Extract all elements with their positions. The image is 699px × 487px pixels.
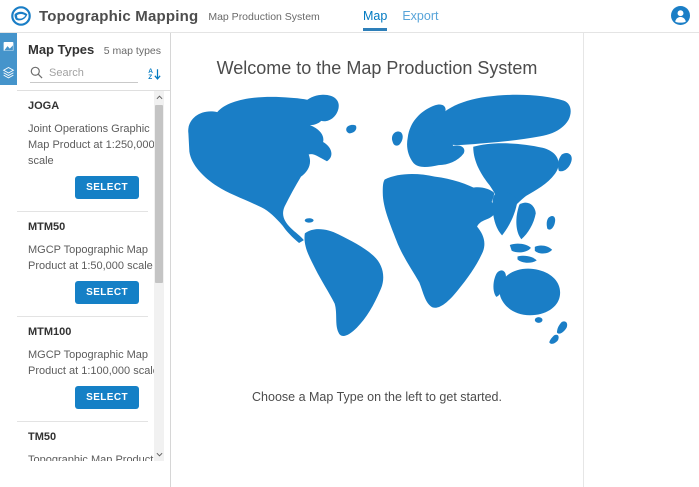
- map-types-count: 5 map types: [104, 45, 161, 57]
- panel-title: Map Types: [28, 42, 104, 57]
- top-nav: Map Export: [363, 0, 438, 32]
- select-button-joga[interactable]: SELECT: [75, 176, 139, 199]
- layers-icon[interactable]: [0, 59, 17, 85]
- list-item-tm50: TM50 Topographic Map Product at 1:50,000…: [17, 422, 148, 461]
- list-item-joga: JOGA Joint Operations Graphic Map Produc…: [17, 91, 148, 212]
- world-map: [176, 91, 578, 346]
- map-tool-icon[interactable]: [0, 33, 17, 59]
- search-icon: [30, 66, 43, 79]
- right-whitespace: [584, 33, 699, 487]
- scrollbar-thumb[interactable]: [155, 105, 163, 283]
- map-type-name: JOGA: [28, 100, 140, 112]
- list-item-mtm50: MTM50 MGCP Topographic Map Product at 1:…: [17, 212, 148, 317]
- chevron-down-icon[interactable]: [154, 448, 164, 461]
- user-avatar-icon[interactable]: [671, 6, 690, 25]
- search-box: [30, 66, 138, 83]
- map-type-description: MGCP Topographic Map Product at 1:50,000…: [28, 242, 160, 274]
- chevron-up-icon[interactable]: [154, 91, 164, 104]
- select-button-mtm100[interactable]: SELECT: [75, 386, 139, 409]
- app-header: Topographic Mapping Map Production Syste…: [0, 0, 699, 33]
- list-scrollbar[interactable]: [154, 91, 164, 461]
- map-type-name: TM50: [28, 431, 140, 443]
- app-subtitle: Map Production System: [208, 11, 319, 23]
- panel-header: Map Types 5 map types: [17, 33, 170, 57]
- sort-arrow-down: [154, 68, 161, 81]
- map-type-name: MTM100: [28, 326, 140, 338]
- search-row: A Z: [30, 66, 161, 83]
- instruction-text: Choose a Map Type on the left to get sta…: [252, 390, 502, 404]
- sort-az-icon[interactable]: A Z: [148, 68, 161, 81]
- map-type-description: Joint Operations Graphic Map Product at …: [28, 121, 160, 169]
- app-window: Topographic Mapping Map Production Syste…: [0, 0, 699, 487]
- globe-logo-icon: [11, 6, 31, 26]
- select-button-mtm50[interactable]: SELECT: [75, 281, 139, 304]
- nav-tab-map[interactable]: Map: [363, 1, 387, 31]
- sidebar: Map Types 5 map types: [0, 33, 171, 487]
- map-types-panel: Map Types 5 map types: [17, 33, 170, 487]
- map-type-description: Topographic Map Product at 1:50,000 scal…: [28, 452, 160, 461]
- list-item-mtm100: MTM100 MGCP Topographic Map Product at 1…: [17, 317, 148, 422]
- app-title: Topographic Mapping: [39, 8, 198, 25]
- search-input[interactable]: [49, 67, 129, 79]
- welcome-title: Welcome to the Map Production System: [217, 58, 538, 79]
- tool-strip: [0, 33, 17, 487]
- map-type-list: JOGA Joint Operations Graphic Map Produc…: [17, 91, 170, 461]
- sort-az-letters: A Z: [148, 69, 153, 81]
- map-type-description: MGCP Topographic Map Product at 1:100,00…: [28, 347, 160, 379]
- nav-tab-export[interactable]: Export: [402, 1, 438, 31]
- main-panel: Welcome to the Map Production System: [171, 33, 584, 487]
- map-type-name: MTM50: [28, 221, 140, 233]
